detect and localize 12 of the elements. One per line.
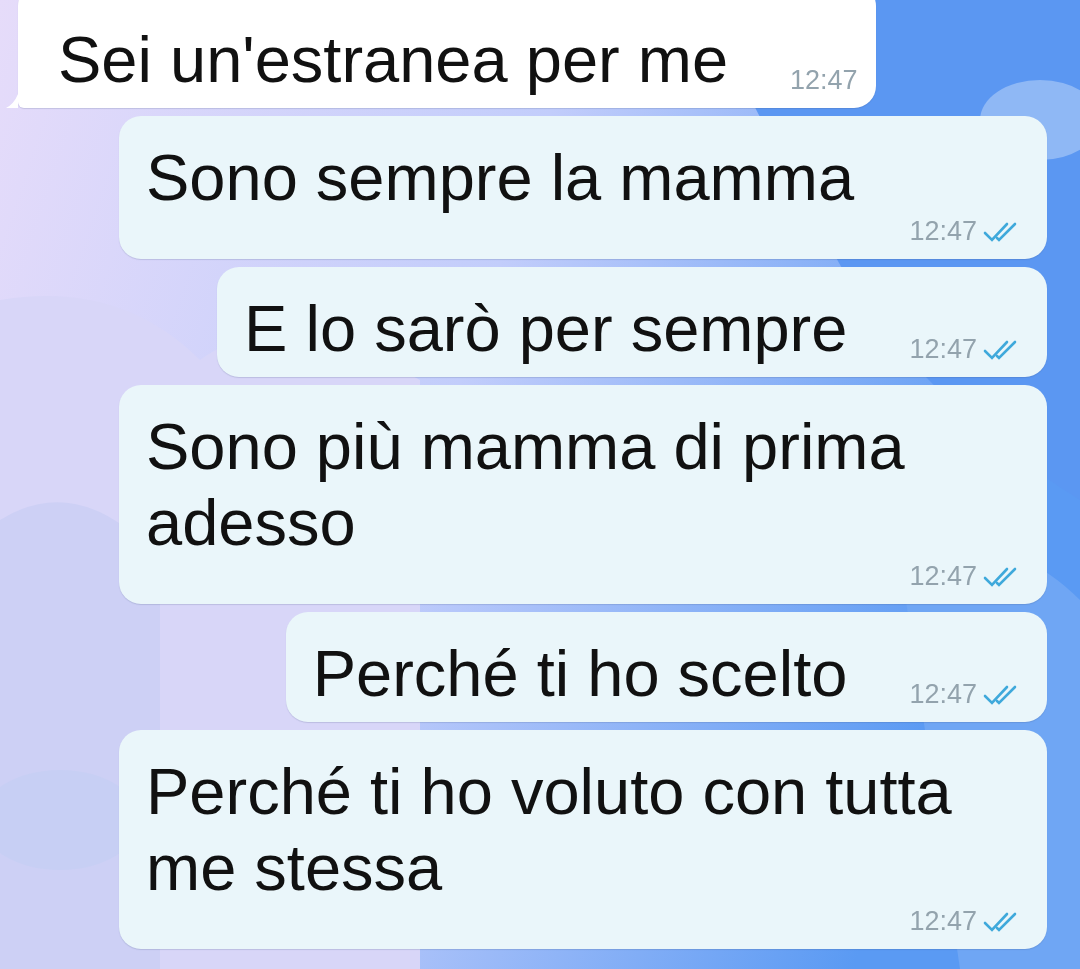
message-time: 12:47: [909, 216, 977, 247]
message-text: Perché ti ho voluto con tutta me stessa: [146, 754, 953, 906]
message-text: Sono sempre la mamma: [146, 140, 855, 216]
message-text: E lo sarò per sempre: [244, 291, 848, 367]
message-time: 12:47: [909, 679, 977, 710]
message-text: Sono più mamma di prima adesso: [146, 409, 906, 561]
message-time: 12:47: [909, 906, 977, 937]
message-time: 12:47: [909, 561, 977, 592]
message-time: 12:47: [909, 334, 977, 365]
message-time: 12:47: [790, 65, 858, 96]
message-text: Perché ti ho scelto: [312, 636, 848, 712]
message-text: Sei un'estranea per me: [58, 22, 729, 98]
